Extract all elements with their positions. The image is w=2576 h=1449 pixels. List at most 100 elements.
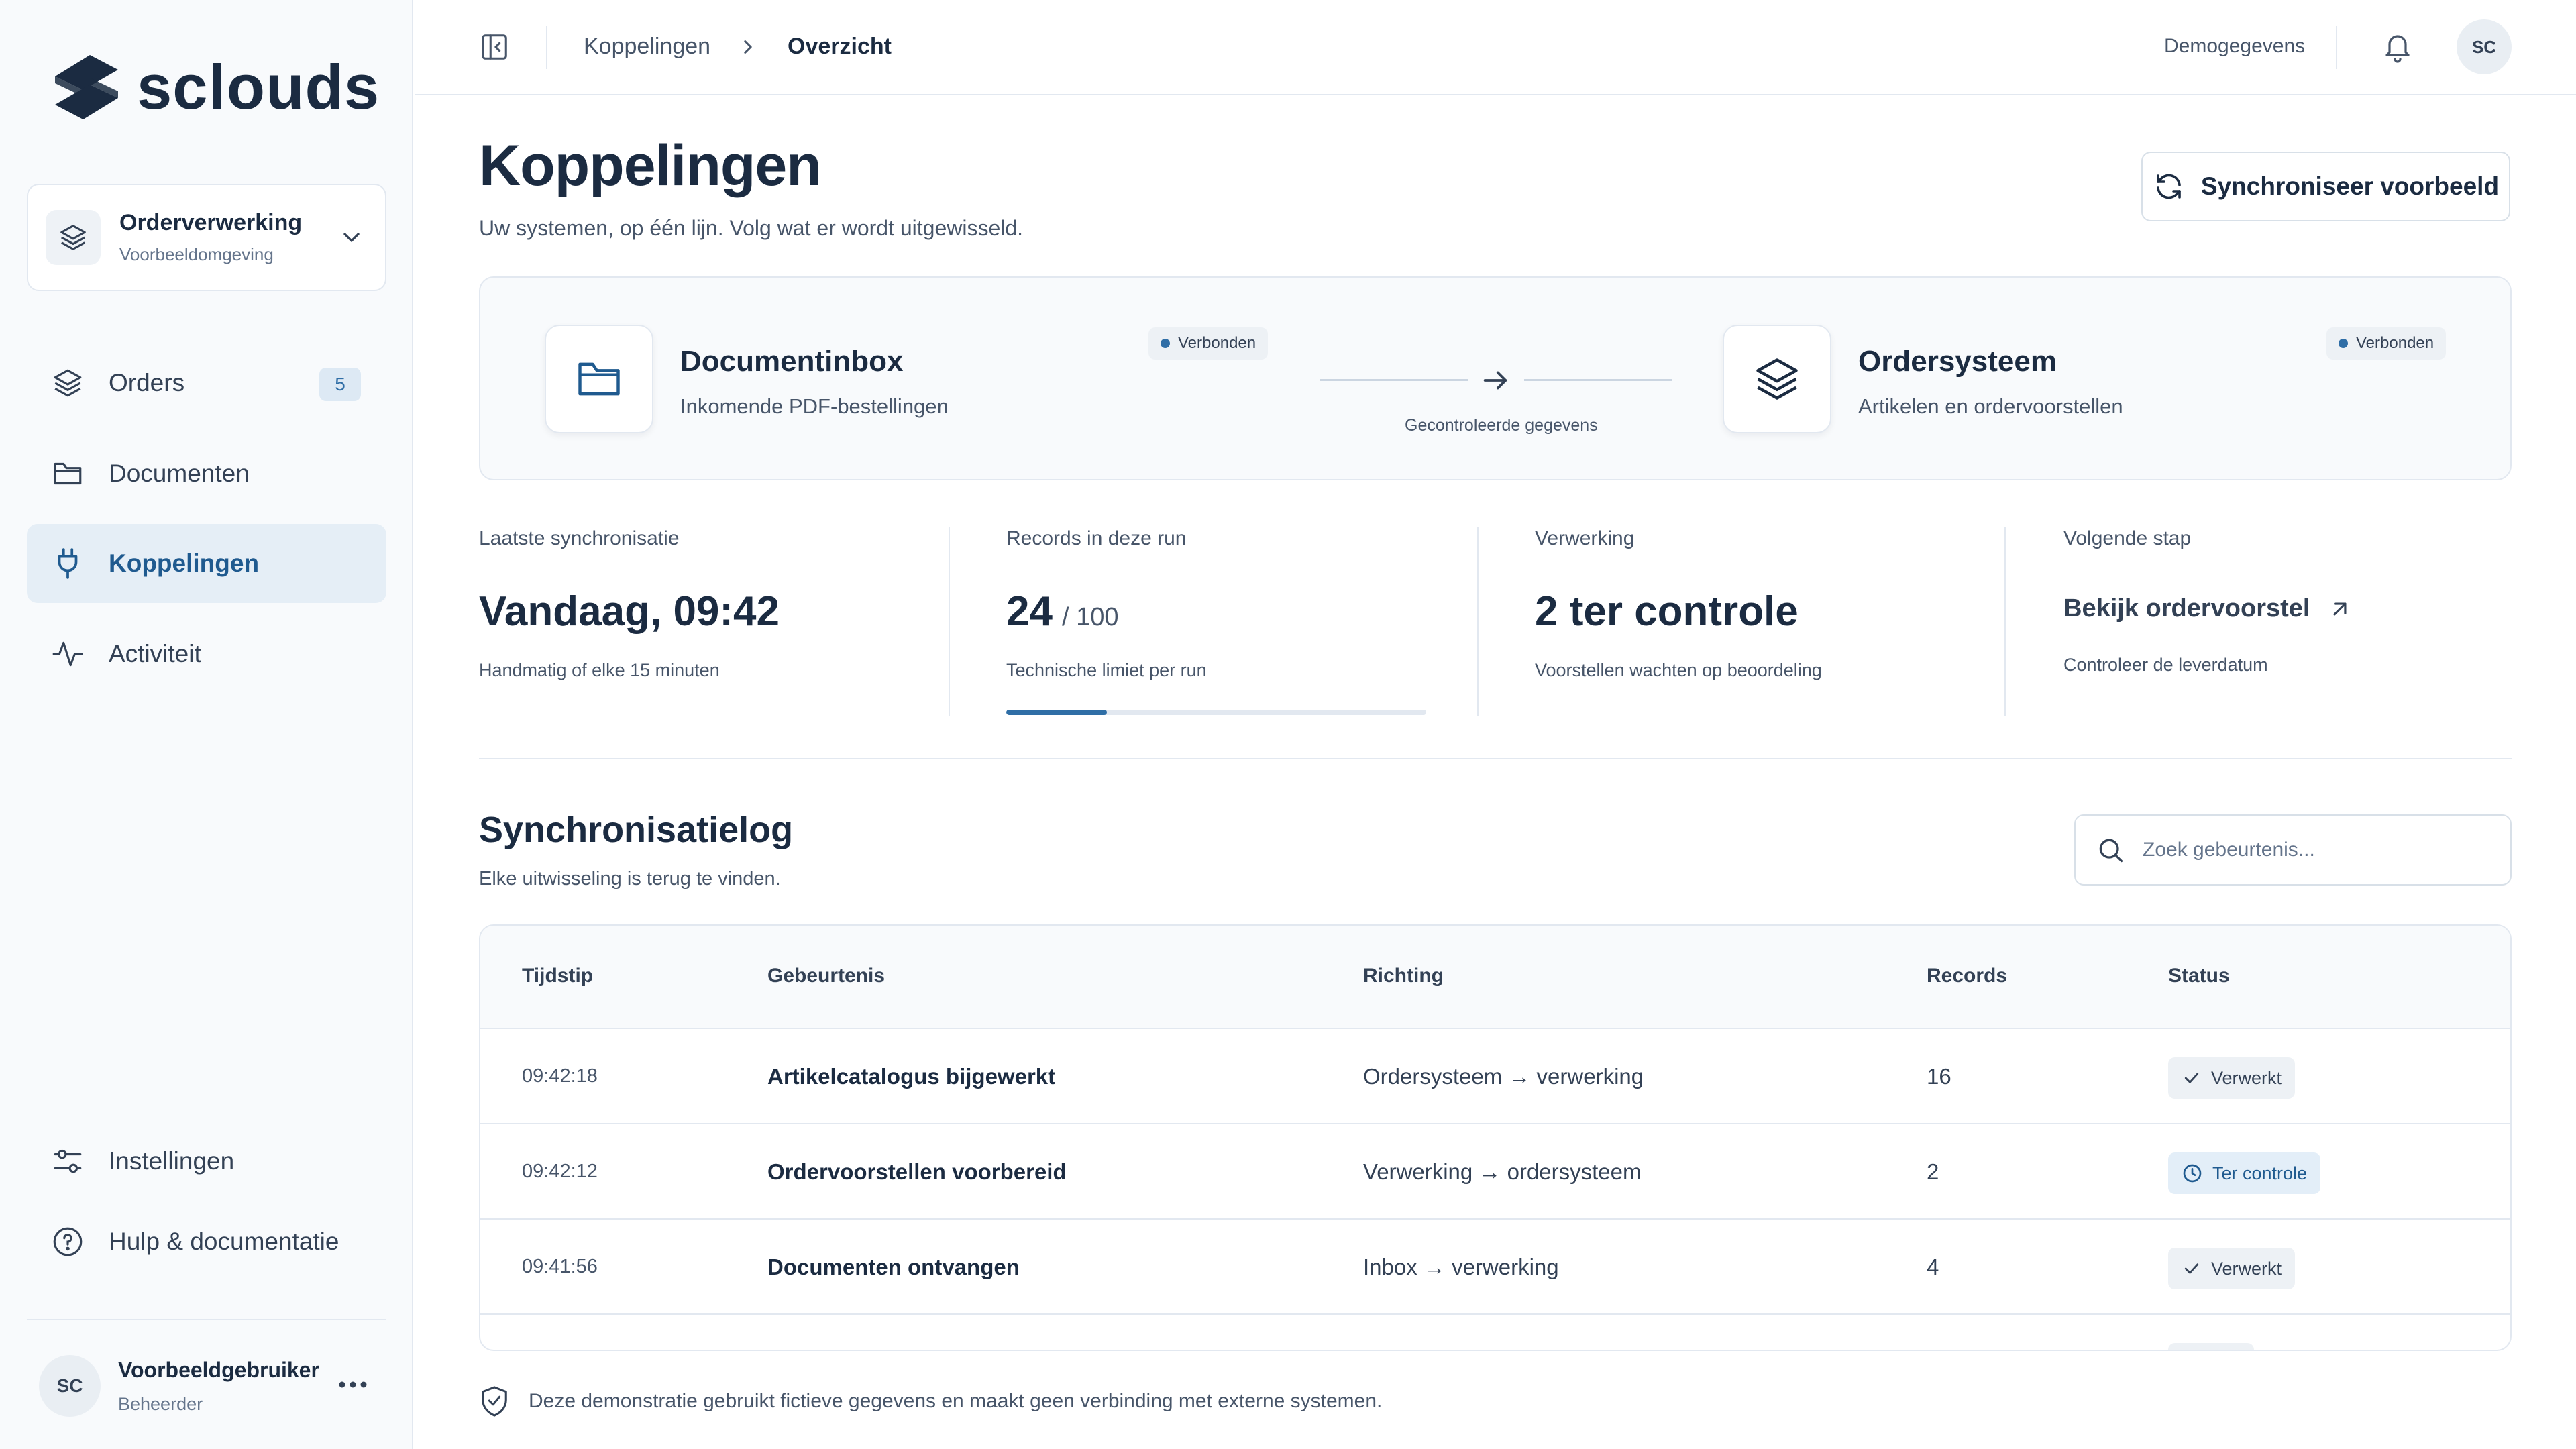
sidebar-item-label: Instellingen (109, 1147, 235, 1175)
topbar: Koppelingen Overzicht Demogegevens SC (415, 0, 2576, 95)
bell-icon[interactable] (2381, 31, 2414, 63)
sidebar-item-instellingen[interactable]: Instellingen (27, 1122, 386, 1201)
user-name: Voorbeeldgebruiker (118, 1358, 319, 1382)
log-title: Synchronisatielog (479, 810, 794, 850)
sidebar-item-label: Koppelingen (109, 549, 260, 577)
page-subtitle: Uw systemen, op één lijn. Volg wat er wo… (479, 216, 1024, 240)
cell-direction: Ordersysteem → verwerking (1363, 1064, 1644, 1089)
status-dot (2339, 339, 2348, 348)
breadcrumb-item-overzicht: Overzicht (788, 34, 892, 59)
sidebar-item-orders[interactable]: Orders 5 (27, 343, 386, 423)
chevron-down-icon (343, 233, 360, 242)
target-system-subtitle: Artikelen en ordervoorstellen (1858, 394, 2123, 418)
arrow-up-right-icon (2333, 602, 2347, 615)
environment-subtitle: Voorbeeldomgeving (119, 244, 274, 264)
stat-label: Verwerking (1535, 527, 1635, 549)
view-order-proposal-link[interactable]: Bekijk ordervoorstel (2063, 594, 2353, 623)
target-status-badge: Verbonden (2326, 327, 2447, 360)
environment-switcher[interactable]: Orderverwerking Voorbeeldomgeving (27, 184, 386, 291)
cell-time: 09:41:56 (522, 1256, 598, 1277)
records-count: 24 (1006, 588, 1053, 635)
column-header-event[interactable]: Gebeurtenis (767, 965, 885, 987)
stat-value: 24 / 100 (1006, 588, 1119, 635)
table-row-partial[interactable] (480, 1316, 2510, 1350)
search-icon (2099, 839, 2123, 863)
flow-connector-line (1320, 379, 1468, 381)
sidebar-item-help[interactable]: Hulp & documentatie (27, 1202, 386, 1281)
layers-icon (50, 365, 86, 401)
search-input[interactable] (2143, 839, 2491, 861)
cell-event: Artikelcatalogus bijgewerkt (767, 1064, 1056, 1089)
records-progress-bar (1006, 710, 1426, 715)
breadcrumb-item-koppelingen[interactable]: Koppelingen (584, 34, 710, 60)
more-options-icon[interactable] (337, 1378, 369, 1391)
stat-value: Vandaag, 09:42 (479, 588, 780, 635)
records-limit: / 100 (1061, 603, 1119, 631)
source-system-title: Documentinbox (680, 345, 904, 378)
flow-connector-line (1524, 379, 1672, 381)
sidebar-toggle-icon[interactable] (479, 32, 510, 62)
page-title: Koppelingen (479, 133, 822, 198)
sync-log-table: Tijdstip Gebeurtenis Richting Records St… (479, 924, 2512, 1351)
log-subtitle: Elke uitwisseling is terug te vinden. (479, 868, 781, 890)
sliders-icon (50, 1143, 86, 1179)
environment-title: Orderverwerking (119, 210, 303, 235)
sclouds-logo-icon (55, 55, 118, 119)
sync-example-button[interactable]: Synchroniseer voorbeeld (2141, 152, 2510, 221)
stat-divider (2004, 527, 2006, 716)
stat-note: Technische limiet per run (1006, 660, 1207, 680)
sidebar-item-koppelingen[interactable]: Koppelingen (27, 524, 386, 603)
check-icon (2184, 1073, 2199, 1083)
cell-records: 2 (1927, 1159, 1939, 1184)
disclaimer-text: Deze demonstratie gebruikt fictieve gege… (529, 1390, 1383, 1412)
sidebar-item-label: Activiteit (109, 640, 201, 667)
sync-stats: Laatste synchronisatie Vandaag, 09:42 Ha… (479, 527, 2512, 716)
status-badge: Verwerkt (2168, 1057, 2296, 1099)
cell-records: 16 (1927, 1064, 1951, 1089)
event-search[interactable] (2074, 814, 2512, 885)
flow-connector-label: Gecontroleerde gegevens (1405, 416, 1598, 435)
stat-label: Laatste synchronisatie (479, 527, 680, 549)
column-header-records[interactable]: Records (1927, 965, 2007, 987)
table-row[interactable]: 09:42:12 Ordervoorstellen voorbereid Ver… (480, 1126, 2510, 1220)
sidebar: sclouds Orderverwerking Voorbeeldomgevin… (0, 0, 413, 1449)
demo-disclaimer: Deze demonstratie gebruikt fictieve gege… (479, 1385, 1382, 1418)
stat-divider (949, 527, 950, 716)
status-label: Ter controle (2212, 1163, 2308, 1183)
demo-data-link[interactable]: Demogegevens (2164, 35, 2305, 58)
column-header-time[interactable]: Tijdstip (522, 965, 593, 987)
status-badge: Ter controle (2168, 1152, 2321, 1194)
check-icon (2184, 1263, 2199, 1274)
topbar-user-avatar[interactable]: SC (2457, 19, 2512, 74)
folder-icon (545, 325, 653, 433)
layers-icon (46, 210, 101, 265)
chevron-right-icon (744, 40, 752, 54)
user-avatar[interactable]: SC (39, 1355, 101, 1417)
user-role: Beheerder (118, 1394, 203, 1414)
cell-event: Documenten ontvangen (767, 1254, 1020, 1279)
records-progress-fill (1006, 710, 1108, 715)
layers-icon (1723, 325, 1831, 433)
arrow-right-icon (1483, 371, 1507, 390)
cell-event: Ordervoorstellen voorbereid (767, 1159, 1067, 1184)
source-system-subtitle: Inkomende PDF-bestellingen (680, 394, 949, 418)
source-status-badge: Verbonden (1148, 327, 1269, 360)
table-row[interactable]: 09:42:18 Artikelcatalogus bijgewerkt Ord… (480, 1030, 2510, 1124)
cell-direction: Verwerking → ordersysteem (1363, 1159, 1642, 1184)
stat-note: Handmatig of elke 15 minuten (479, 660, 720, 680)
status-dot (1161, 339, 1170, 348)
integration-flow-card: Documentinbox Inkomende PDF-bestellingen… (479, 276, 2512, 480)
cell-time: 09:42:12 (522, 1161, 598, 1182)
sidebar-item-activiteit[interactable]: Activiteit (27, 614, 386, 694)
column-header-status[interactable]: Status (2168, 965, 2230, 987)
column-header-direction[interactable]: Richting (1363, 965, 1444, 987)
stat-value: 2 ter controle (1535, 588, 1799, 635)
cell-records: 4 (1927, 1254, 1939, 1279)
cell-direction: Inbox → verwerking (1363, 1254, 1559, 1279)
app-logo[interactable]: sclouds (51, 50, 380, 125)
sidebar-item-documenten[interactable]: Documenten (27, 434, 386, 513)
activity-icon (50, 636, 86, 672)
status-badge-label: Verbonden (2356, 334, 2434, 352)
table-row[interactable]: 09:41:56 Documenten ontvangen Inbox → ve… (480, 1221, 2510, 1315)
status-badge-label: Verbonden (1178, 334, 1256, 352)
